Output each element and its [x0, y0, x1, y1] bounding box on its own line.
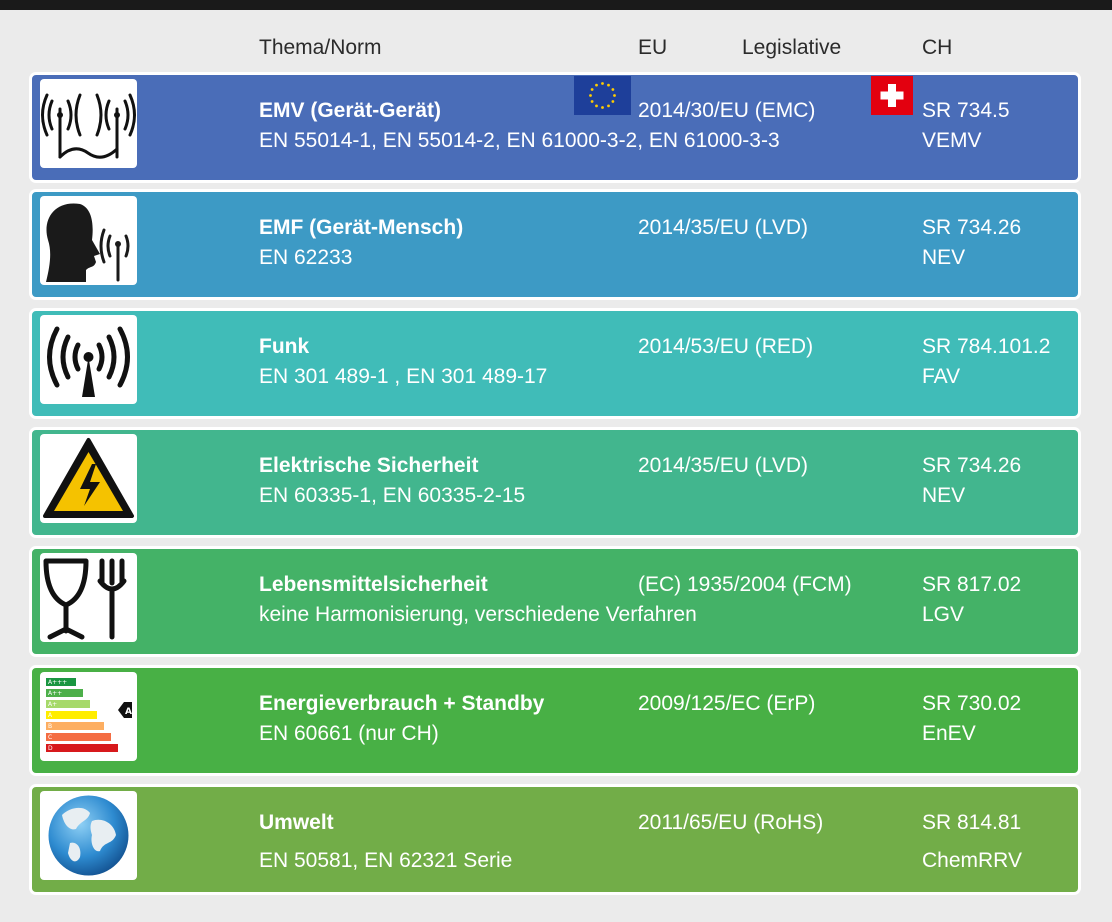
energy-class-label: A+++: [48, 679, 67, 686]
row-title: EMF (Gerät-Mensch): [259, 216, 464, 239]
row-title: Energieverbrauch + Standby: [259, 692, 545, 715]
row-title: Funk: [259, 335, 310, 358]
row-title: EMV (Gerät-Gerät): [259, 99, 442, 122]
eu-star-icon: [601, 82, 604, 85]
row-eu-directive: 2014/30/EU (EMC): [638, 99, 816, 122]
row-norms: EN 62233: [259, 246, 353, 269]
row-energieverbrauch: A+++ A++ A+ A B C D A Energieverbrauch +…: [29, 665, 1081, 776]
row-umwelt: Umwelt EN 50581, EN 62321 Serie 2011/65/…: [29, 784, 1081, 895]
energy-class-label: A++: [48, 690, 62, 697]
header-legislative: Legislative: [742, 36, 842, 59]
energy-class-label: A+: [48, 701, 57, 708]
row-norms: keine Harmonisierung, verschiedene Verfa…: [259, 603, 697, 626]
row-ch-code: SR 734.5: [922, 99, 1010, 122]
radio-antenna-icon: [40, 315, 137, 404]
row-title: Lebensmittelsicherheit: [259, 573, 488, 596]
row-funk: Funk EN 301 489-1 , EN 301 489-17 2014/5…: [29, 308, 1081, 419]
row-ch-code: SR 734.26: [922, 216, 1022, 239]
eu-star-icon: [611, 88, 615, 91]
row-emv: EMV (Gerät-Gerät) EN 55014-1, EN 55014-2…: [29, 72, 1081, 183]
emc-device-icon: [40, 79, 137, 168]
row-norms: EN 60335-1, EN 60335-2-15: [259, 484, 526, 507]
eu-star-icon: [590, 88, 594, 91]
row-ch-abbr: FAV: [922, 365, 961, 388]
row-ch-code: SR 817.02: [922, 573, 1022, 596]
swiss-flag-icon: [871, 76, 913, 115]
eu-star-icon: [607, 104, 610, 108]
row-ch-abbr: LGV: [922, 603, 965, 626]
row-norms: EN 50581, EN 62321 Serie: [259, 849, 513, 872]
row-ch-abbr: VEMV: [922, 129, 982, 152]
row-emf: EMF (Gerät-Mensch) EN 62233 2014/35/EU (…: [29, 189, 1081, 300]
eu-star-icon: [590, 100, 594, 103]
food-safe-icon: [40, 553, 137, 642]
globe-icon: [40, 791, 137, 880]
row-norms: EN 301 489-1 , EN 301 489-17: [259, 365, 548, 388]
high-voltage-warning-icon: [40, 434, 137, 523]
row-elektrische-sicherheit: Elektrische Sicherheit EN 60335-1, EN 60…: [29, 427, 1081, 538]
eu-star-icon: [589, 94, 592, 97]
row-ch-code: SR 814.81: [922, 811, 1022, 834]
eu-star-icon: [613, 94, 616, 97]
row-ch-abbr: EnEV: [922, 722, 976, 745]
row-eu-directive: 2011/65/EU (RoHS): [638, 811, 824, 834]
eu-flag-icon: [574, 76, 631, 115]
top-bar: [0, 0, 1112, 10]
row-norms: EN 55014-1, EN 55014-2, EN 61000-3-2, EN…: [259, 129, 780, 152]
energy-class-label: C: [48, 734, 52, 741]
eu-star-icon: [595, 83, 598, 87]
row-title: Umwelt: [259, 811, 334, 834]
emf-person-icon: [40, 196, 137, 285]
row-eu-directive: 2014/35/EU (LVD): [638, 216, 809, 239]
row-ch-code: SR 784.101.2: [922, 335, 1051, 358]
header-eu: EU: [638, 36, 668, 59]
row-ch-code: SR 730.02: [922, 692, 1022, 715]
row-lebensmittelsicherheit: Lebensmittelsicherheit keine Harmonisier…: [29, 546, 1081, 657]
eu-star-icon: [607, 83, 610, 87]
row-ch-abbr: NEV: [922, 484, 966, 507]
row-ch-abbr: NEV: [922, 246, 966, 269]
row-eu-directive: (EC) 1935/2004 (FCM): [638, 573, 852, 596]
eu-star-icon: [595, 104, 598, 108]
row-eu-directive: 2014/53/EU (RED): [638, 335, 814, 358]
row-norms: EN 60661 (nur CH): [259, 722, 439, 745]
row-eu-directive: 2009/125/EC (ErP): [638, 692, 816, 715]
energy-label-icon: A+++ A++ A+ A B C D A: [40, 672, 137, 761]
row-ch-abbr: ChemRRV: [922, 849, 1022, 872]
header-ch: CH: [922, 36, 953, 59]
header-topic: Thema/Norm: [259, 36, 382, 59]
energy-marker: A: [125, 707, 132, 717]
row-eu-directive: 2014/35/EU (LVD): [638, 454, 809, 477]
eu-star-icon: [611, 100, 615, 103]
energy-class-label: D: [48, 745, 53, 752]
row-ch-code: SR 734.26: [922, 454, 1022, 477]
eu-star-icon: [601, 106, 604, 109]
energy-class-label: B: [48, 723, 52, 730]
row-title: Elektrische Sicherheit: [259, 454, 479, 477]
